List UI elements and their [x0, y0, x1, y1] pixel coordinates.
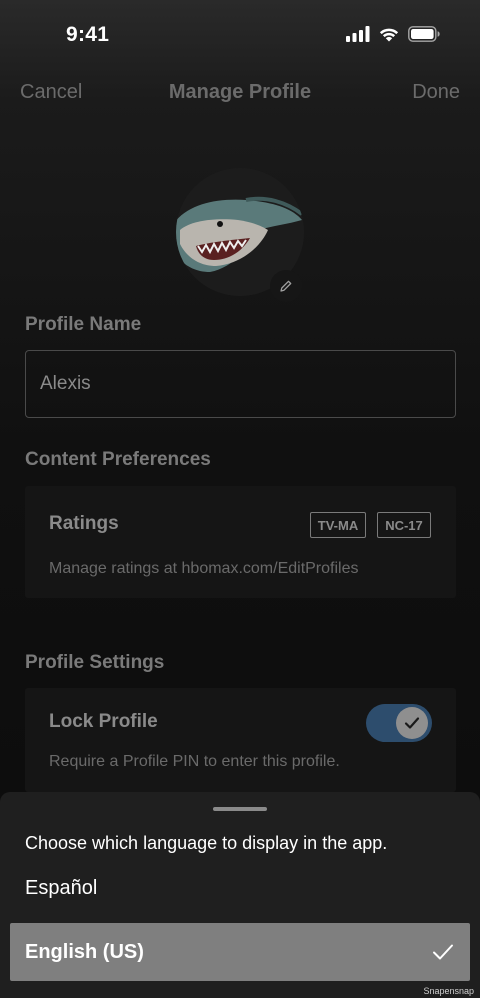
- page-title: Manage Profile: [168, 81, 312, 103]
- language-option-espanol[interactable]: Español: [25, 877, 97, 900]
- ratings-subtitle: Manage ratings at hbomax.com/EditProfile…: [49, 560, 359, 577]
- navigation-bar: Cancel Manage Profile Done: [0, 78, 480, 110]
- battery-icon: [408, 26, 440, 42]
- toggle-knob: [396, 707, 428, 739]
- language-option-english-us[interactable]: English (US): [10, 923, 470, 981]
- profile-name-label: Profile Name: [25, 314, 142, 335]
- profile-settings-label: Profile Settings: [25, 652, 165, 673]
- rating-badge-tv-ma: TV-MA: [310, 512, 366, 538]
- manage-profile-screen: 9:41 Cancel Manage Profile Done Profile …: [0, 0, 480, 998]
- language-bottom-sheet: Choose which language to display in the …: [0, 792, 480, 998]
- language-option-label: English (US): [25, 941, 144, 963]
- status-time: 9:41: [66, 23, 110, 46]
- checkmark-icon: [404, 717, 420, 729]
- wifi-icon: [379, 28, 399, 42]
- pencil-icon: [280, 280, 292, 292]
- language-sheet-description: Choose which language to display in the …: [25, 833, 388, 853]
- profile-name-input[interactable]: [25, 350, 456, 418]
- content-preferences-label: Content Preferences: [25, 449, 211, 470]
- status-icons: [346, 26, 440, 42]
- edit-avatar-button[interactable]: [270, 270, 302, 302]
- lock-profile-title: Lock Profile: [49, 711, 158, 732]
- done-button[interactable]: Done: [412, 81, 460, 104]
- ratings-card[interactable]: Ratings TV-MA NC-17 Manage ratings at hb…: [25, 486, 456, 598]
- cellular-signal-icon: [346, 26, 370, 42]
- status-bar: 9:41: [0, 0, 480, 70]
- checkmark-icon: [433, 944, 453, 960]
- lock-profile-card: Lock Profile Require a Profile PIN to en…: [25, 688, 456, 792]
- sheet-drag-handle[interactable]: [213, 807, 267, 811]
- watermark: Snapensnap: [423, 986, 474, 996]
- rating-badge-nc-17: NC-17: [377, 512, 431, 538]
- lock-profile-toggle[interactable]: [366, 704, 432, 742]
- ratings-title: Ratings: [49, 513, 119, 534]
- lock-profile-subtitle: Require a Profile PIN to enter this prof…: [49, 753, 340, 770]
